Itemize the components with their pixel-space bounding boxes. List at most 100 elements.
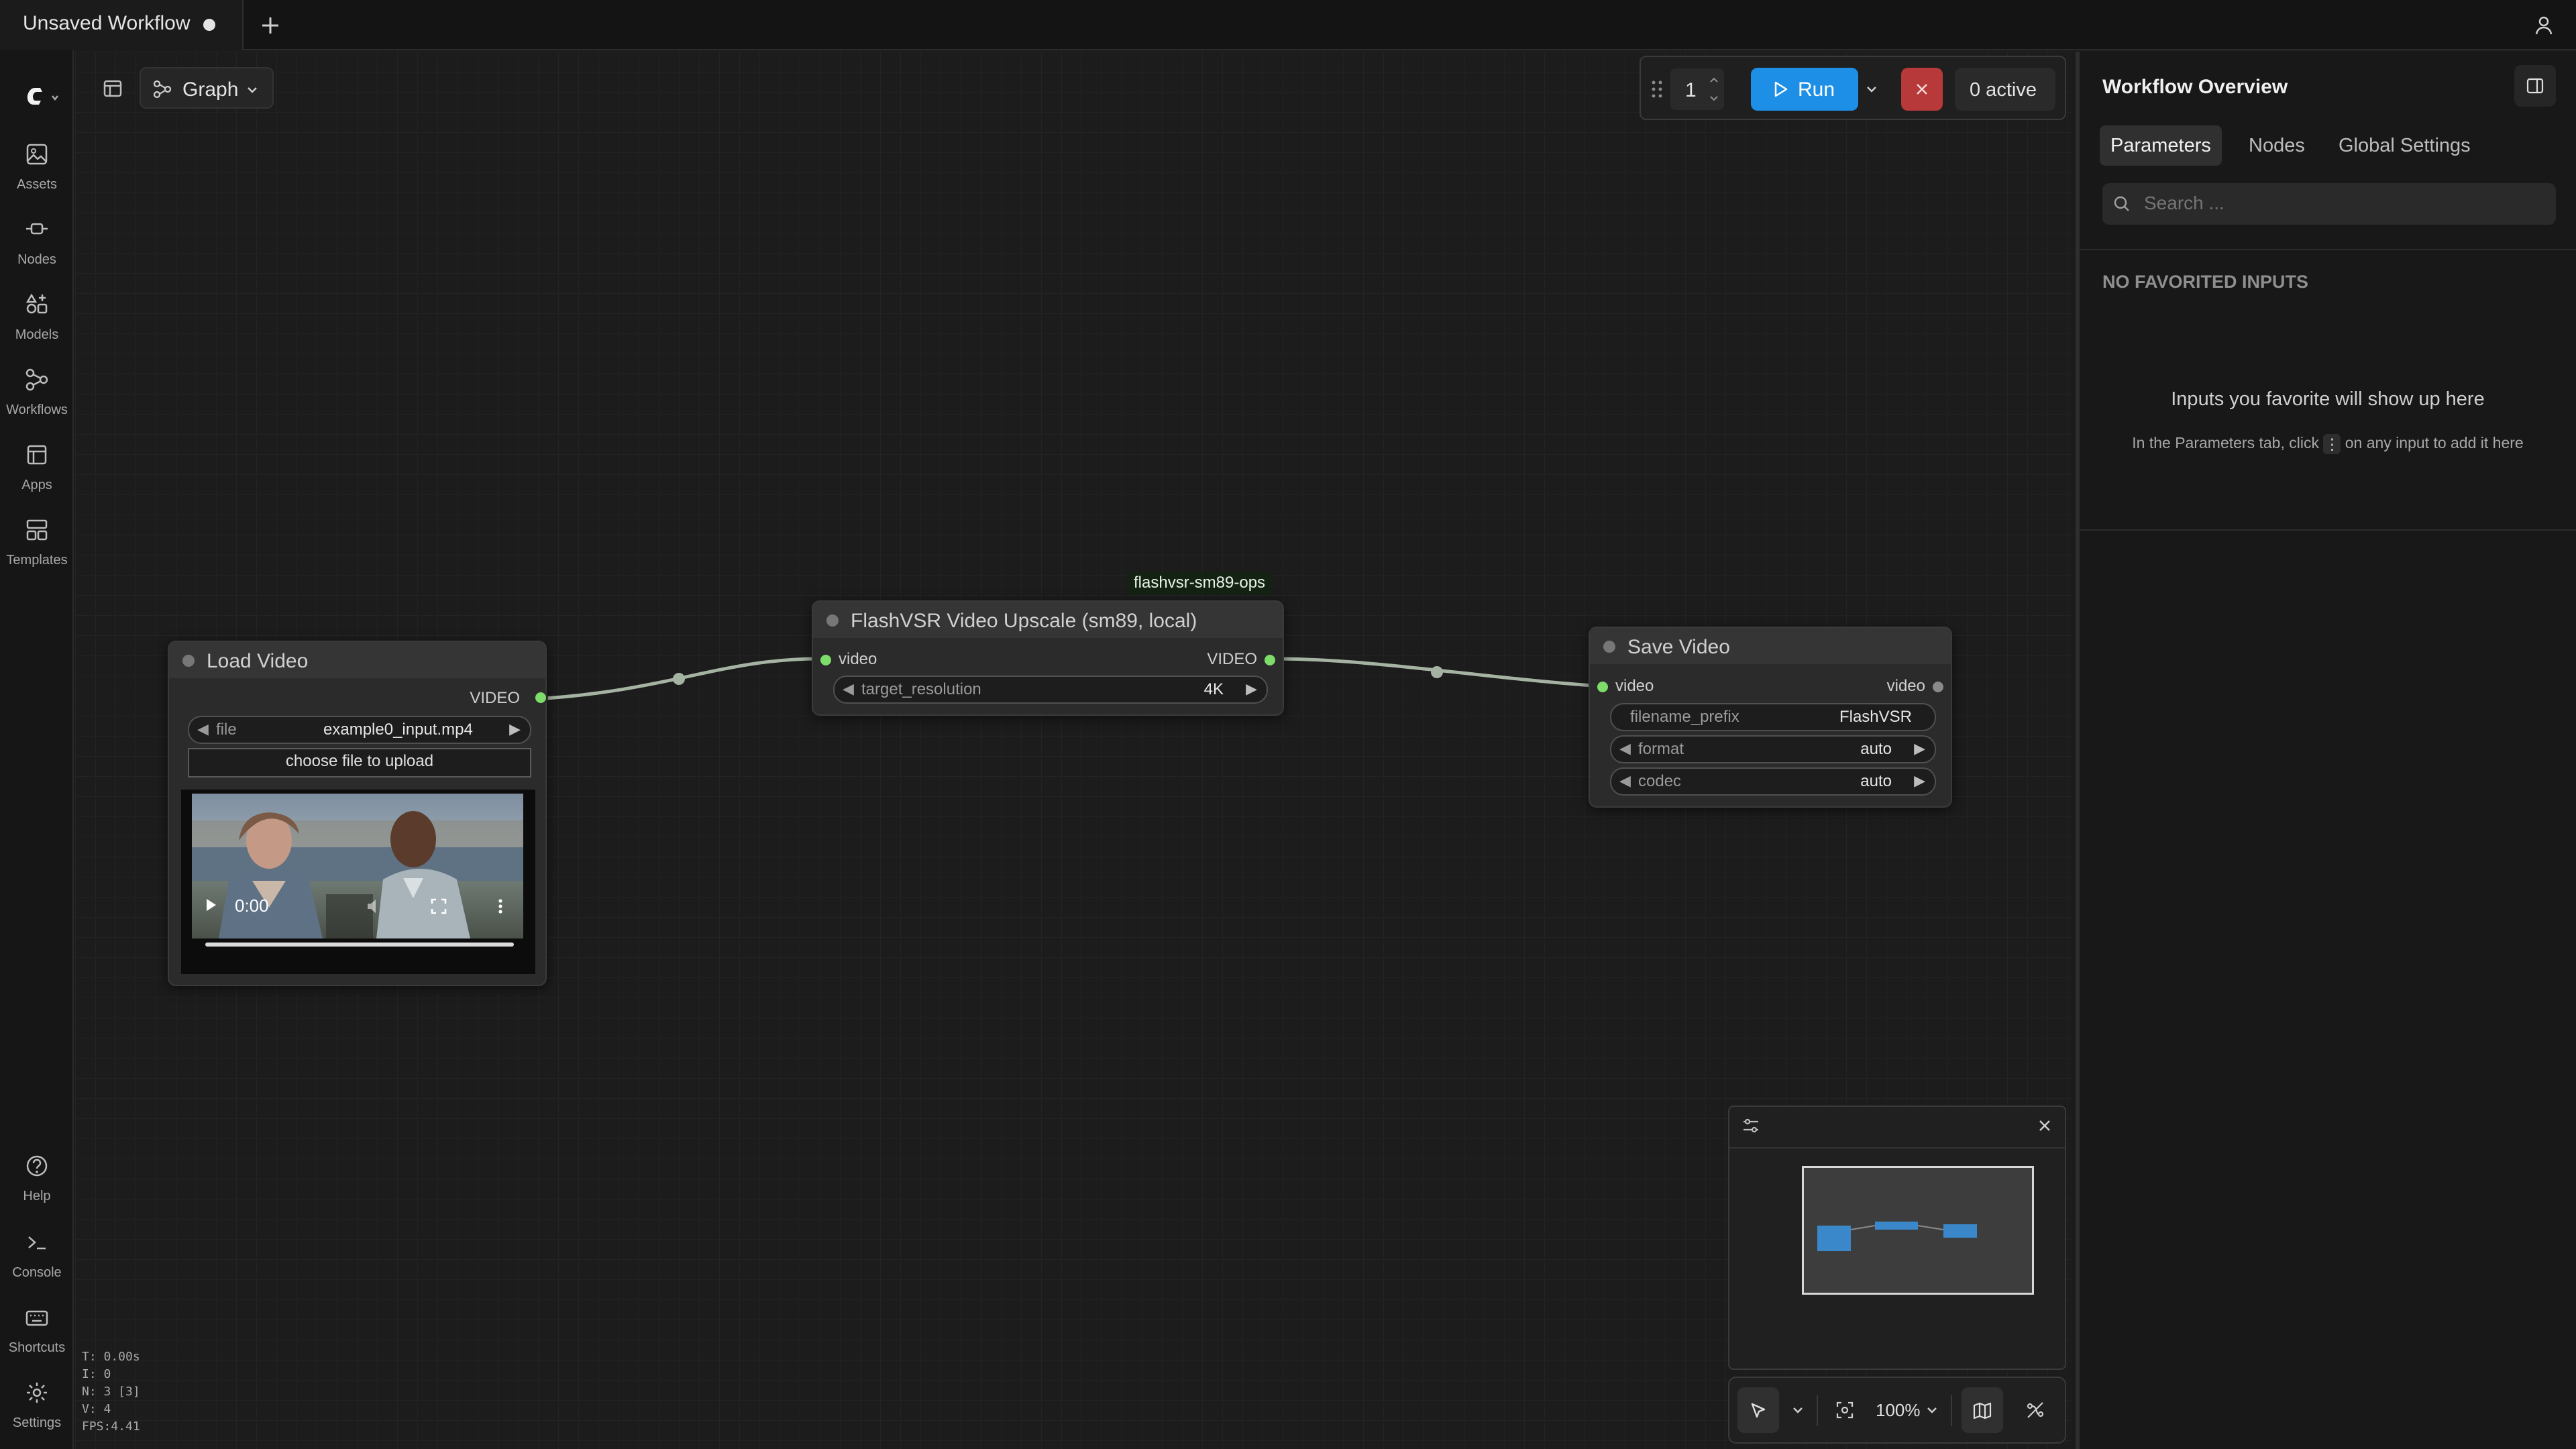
sidebar-item-models[interactable]: Models <box>0 291 74 358</box>
input-socket-video[interactable] <box>820 655 831 665</box>
sidebar-item-templates[interactable]: Templates <box>0 517 74 584</box>
format-selector[interactable]: ◀ format auto ▶ <box>1610 735 1936 763</box>
active-count-label: 0 active <box>1970 79 2037 101</box>
select-tool-button[interactable] <box>1737 1387 1779 1433</box>
cancel-run-button[interactable] <box>1901 68 1943 111</box>
input-socket-video[interactable] <box>1597 682 1608 692</box>
node-collapse-dot[interactable] <box>1603 641 1615 653</box>
video-player[interactable]: 0:00 <box>181 790 535 974</box>
play-icon <box>1771 80 1790 99</box>
stat-v: V: 4 <box>82 1402 111 1416</box>
prev-arrow-icon[interactable]: ◀ <box>1619 740 1631 757</box>
video-frame-illustration <box>192 811 523 938</box>
more-options-icon[interactable] <box>494 897 507 916</box>
fullscreen-icon[interactable] <box>429 897 448 916</box>
play-icon[interactable] <box>203 897 219 913</box>
node-title-bar[interactable]: Save Video <box>1590 628 1951 664</box>
sidebar-item-help[interactable]: Help <box>0 1152 74 1220</box>
minimap-viewport[interactable] <box>1802 1166 2034 1295</box>
hide-links-icon[interactable] <box>2025 1399 2046 1421</box>
search-input[interactable] <box>2143 189 2545 218</box>
batch-count-value: 1 <box>1685 79 1697 101</box>
sidebar-item-label: Shortcuts <box>8 1340 66 1355</box>
fit-view-icon[interactable] <box>1834 1399 1856 1421</box>
widget-label: codec <box>1638 772 1682 790</box>
plus-icon[interactable] <box>257 12 284 39</box>
next-arrow-icon[interactable]: ▶ <box>1914 740 1925 757</box>
next-arrow-icon[interactable]: ▶ <box>1246 680 1257 698</box>
widget-value: FlashVSR <box>1839 708 1912 726</box>
panel-collapse-button[interactable] <box>2514 65 2556 107</box>
run-button[interactable]: Run <box>1751 68 1858 111</box>
node-save-video[interactable]: Save Video video video filename_prefix F… <box>1589 627 1952 808</box>
chevron-down-icon[interactable] <box>1790 1402 1806 1418</box>
chevron-down-icon[interactable] <box>1924 1402 1940 1418</box>
filename-prefix-field[interactable]: filename_prefix FlashVSR <box>1610 703 1936 731</box>
next-arrow-icon[interactable]: ▶ <box>1914 772 1925 790</box>
models-icon <box>23 291 50 318</box>
next-arrow-icon[interactable]: ▶ <box>509 720 521 738</box>
tab-nodes[interactable]: Nodes <box>2238 125 2316 166</box>
target-resolution-selector[interactable]: ◀ target_resolution 4K ▶ <box>833 676 1268 704</box>
sidebar-item-workflows[interactable]: Workflows <box>0 366 74 433</box>
tab-parameters[interactable]: Parameters <box>2100 125 2222 166</box>
node-title-bar[interactable]: Load Video <box>169 642 545 678</box>
sidebar-item-assets[interactable]: Assets <box>0 141 74 208</box>
sidebar-item-label: Console <box>12 1265 62 1280</box>
stepper-up-icon[interactable] <box>1708 74 1720 86</box>
prev-arrow-icon[interactable]: ◀ <box>843 680 854 698</box>
node-collapse-dot[interactable] <box>182 655 195 667</box>
run-toolbar: 1 Run 0 active <box>1640 56 2066 120</box>
output-socket-video[interactable] <box>1265 655 1275 665</box>
workflow-tab-title: Unsaved Workflow <box>23 12 191 34</box>
widget-value: example0_input.mp4 <box>323 720 473 739</box>
node-collapse-dot[interactable] <box>826 614 839 627</box>
kebab-menu-icon: ⋮ <box>2323 434 2341 454</box>
node-flashvsr-upscale[interactable]: FlashVSR Video Upscale (sm89, local) vid… <box>812 600 1284 716</box>
sidebar-item-console[interactable]: Console <box>0 1229 74 1296</box>
minimap-node <box>1875 1222 1918 1230</box>
file-selector[interactable]: ◀ file example0_input.mp4 ▶ <box>188 716 531 744</box>
sidebar-item-shortcuts[interactable]: Shortcuts <box>0 1304 74 1371</box>
codec-selector[interactable]: ◀ codec auto ▶ <box>1610 767 1936 796</box>
prev-arrow-icon[interactable]: ◀ <box>1619 772 1631 790</box>
minimap-settings-icon[interactable] <box>1740 1115 1762 1136</box>
panel-toggle-icon[interactable] <box>99 75 126 102</box>
sidebar-item-nodes[interactable]: Nodes <box>0 216 74 283</box>
queue-status-button[interactable]: 0 active <box>1955 68 2055 111</box>
user-icon[interactable] <box>2532 13 2556 38</box>
minimap-toggle-button[interactable] <box>1962 1387 2003 1433</box>
help-icon <box>23 1152 50 1179</box>
workflow-tab[interactable]: Unsaved Workflow <box>0 0 244 50</box>
node-title-bar[interactable]: FlashVSR Video Upscale (sm89, local) <box>813 602 1283 638</box>
comfy-logo-icon[interactable] <box>23 83 63 112</box>
output-socket-video[interactable] <box>535 692 546 703</box>
sidebar-item-settings[interactable]: Settings <box>0 1379 74 1446</box>
search-box[interactable] <box>2102 183 2556 225</box>
view-mode-dropdown[interactable]: Graph <box>140 67 274 109</box>
batch-count-input[interactable]: 1 <box>1670 68 1724 110</box>
minimap-divider <box>1729 1147 2065 1148</box>
output-socket-video[interactable] <box>1933 682 1943 692</box>
zoom-level[interactable]: 100% <box>1876 1400 1921 1421</box>
output-label: VIDEO <box>470 689 520 707</box>
workflow-overview-panel: Workflow Overview Parameters Nodes Globa… <box>2076 52 2576 1449</box>
mute-icon[interactable] <box>365 897 384 916</box>
run-options-chevron-icon[interactable] <box>1864 81 1880 97</box>
minimap[interactable] <box>1728 1106 2066 1370</box>
stepper-down-icon[interactable] <box>1708 93 1720 105</box>
stat-time: T: 0.00s <box>82 1350 140 1364</box>
video-progress-track[interactable] <box>205 943 514 947</box>
close-icon[interactable] <box>2034 1115 2055 1136</box>
input-label: video <box>839 650 877 668</box>
upload-button[interactable]: choose file to upload <box>188 748 531 777</box>
sidebar-item-label: Settings <box>12 1415 62 1430</box>
image-icon <box>23 141 50 168</box>
terminal-icon <box>23 1229 50 1256</box>
sidebar-item-label: Models <box>15 327 59 342</box>
drag-handle-icon[interactable] <box>1649 77 1665 101</box>
prev-arrow-icon[interactable]: ◀ <box>197 720 209 738</box>
sidebar-item-apps[interactable]: Apps <box>0 441 74 508</box>
tab-global-settings[interactable]: Global Settings <box>2328 125 2481 166</box>
node-load-video[interactable]: Load Video VIDEO ◀ file example0_input.m… <box>168 641 547 986</box>
